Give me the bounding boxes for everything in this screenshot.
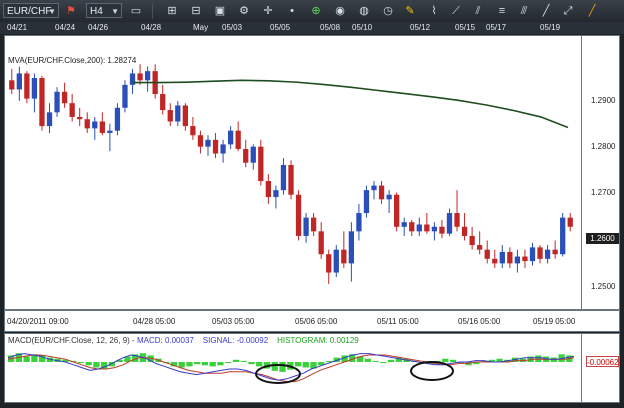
histogram-bar bbox=[194, 362, 201, 365]
trading-chart-window: EUR/CHF ▼ ⚑ H4 ▼ ▭ ⊞ ⊟ ▣ ⚙ ✛ • ⊕ ◉ ◍ ◷ ✎ ⌇… bbox=[0, 0, 624, 408]
histogram-bar bbox=[178, 362, 185, 368]
histogram-bar bbox=[449, 359, 457, 362]
macd-current-badge: -0.00062 bbox=[586, 356, 619, 367]
histogram-value: HISTOGRAM: 0.00129 bbox=[277, 336, 359, 345]
histogram-bar bbox=[271, 362, 278, 371]
histogram-bar bbox=[186, 362, 193, 367]
histogram-bar bbox=[387, 359, 395, 362]
histogram-bar bbox=[256, 362, 263, 367]
macd-legend: MACD(EUR/CHF.Close, 12, 26, 9) - MACD: 0… bbox=[8, 336, 359, 345]
histogram-bar bbox=[201, 362, 209, 366]
histogram-bar bbox=[550, 357, 557, 362]
histogram-bar bbox=[302, 362, 309, 368]
histogram-bar bbox=[294, 362, 302, 367]
histogram-bar bbox=[442, 358, 449, 362]
histogram-bar bbox=[209, 362, 216, 367]
histogram-bar bbox=[217, 362, 224, 366]
macd-title: MACD(EUR/CHF.Close, 12, 26, 9) bbox=[8, 336, 130, 345]
macd-value: MACD: 0.00037 bbox=[136, 336, 194, 345]
histogram-bar bbox=[372, 360, 379, 362]
histogram-bar bbox=[93, 362, 100, 368]
histogram-bar bbox=[232, 359, 240, 362]
histogram-bar bbox=[380, 362, 387, 364]
histogram-bar bbox=[23, 356, 30, 362]
histogram-bar bbox=[364, 358, 371, 362]
histogram-bar bbox=[248, 362, 255, 365]
macd-chart-svg bbox=[7, 353, 575, 384]
histogram-bar bbox=[225, 362, 232, 364]
signal-value: SIGNAL: -0.00092 bbox=[202, 336, 269, 345]
histogram-bar bbox=[85, 362, 92, 366]
histogram-bar bbox=[77, 362, 85, 364]
histogram-bar bbox=[279, 362, 286, 372]
histogram-bar bbox=[240, 360, 247, 362]
